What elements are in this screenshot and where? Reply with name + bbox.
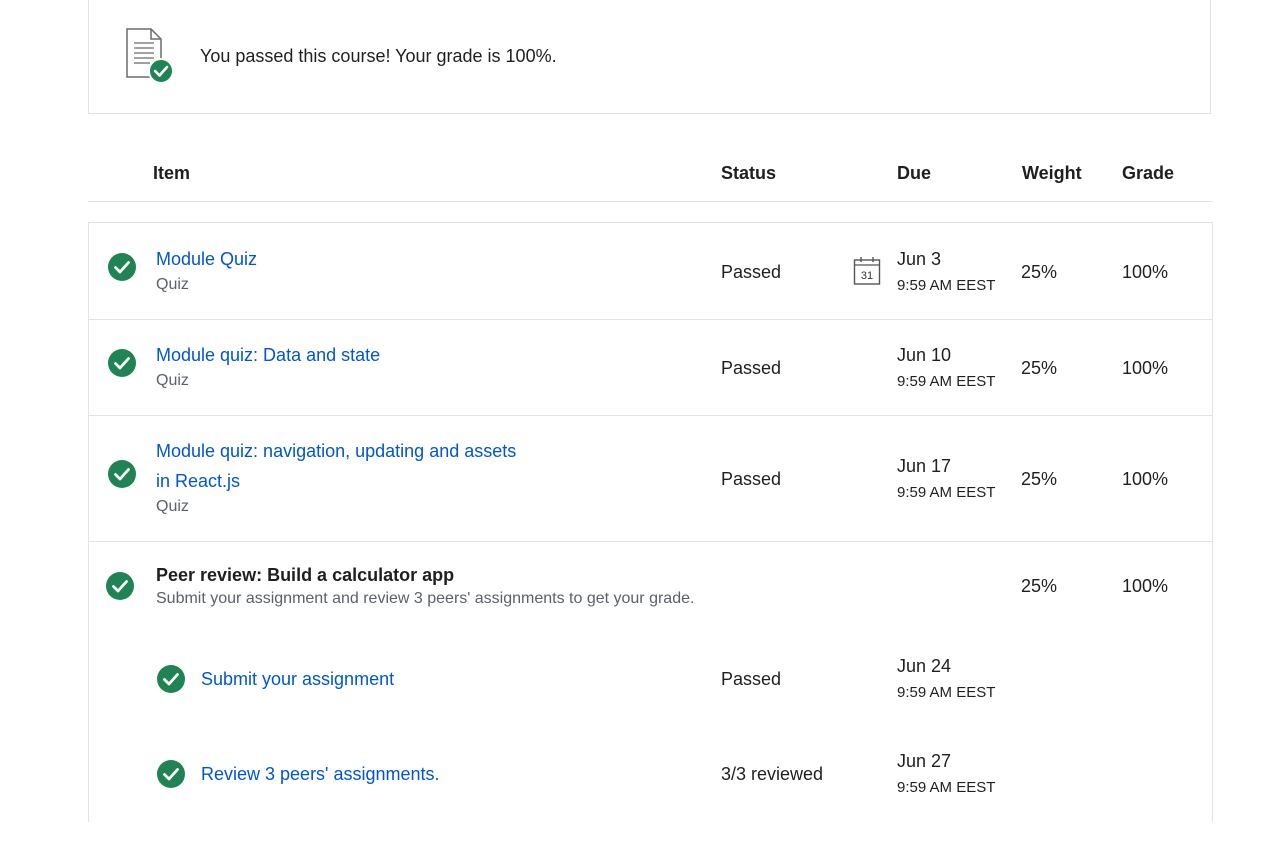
item-grade: 100% <box>1122 358 1169 378</box>
header-status: Status <box>721 163 777 183</box>
check-circle-icon <box>106 572 134 600</box>
peer-review-description: Submit your assignment and review 3 peer… <box>156 590 695 607</box>
item-weight: 25% <box>1021 358 1058 378</box>
peer-review-title: Peer review: Build a calculator app <box>156 565 455 585</box>
header-weight: Weight <box>1022 163 1082 183</box>
item-link-navigation-quiz-line2[interactable]: in React.js <box>156 466 240 496</box>
table-row: Module Quiz Quiz Passed 31 Jun 3 9:59 AM… <box>89 223 1212 320</box>
due-date: Jun 3 <box>897 249 942 269</box>
header-grade: Grade <box>1122 163 1175 183</box>
check-circle-icon <box>108 349 136 377</box>
due-time: 9:59 AM EEST <box>897 779 996 796</box>
header-due: Due <box>897 163 932 183</box>
grades-table-body: Module Quiz Quiz Passed 31 Jun 3 9:59 AM… <box>88 222 1213 822</box>
item-weight: 25% <box>1021 576 1058 596</box>
due-date: Jun 27 <box>897 751 952 771</box>
item-status: Passed <box>721 262 782 282</box>
check-circle-icon <box>157 760 185 788</box>
item-type: Quiz <box>156 372 189 389</box>
due-date: Jun 17 <box>897 456 952 476</box>
header-item: Item <box>153 163 191 183</box>
item-link-data-and-state[interactable]: Module quiz: Data and state <box>156 340 380 370</box>
item-link-module-quiz[interactable]: Module Quiz <box>156 244 257 274</box>
item-link-navigation-quiz[interactable]: Module quiz: navigation, updating and as… <box>156 436 516 466</box>
check-circle-icon <box>157 665 185 693</box>
item-type: Quiz <box>156 276 189 293</box>
item-status: Passed <box>721 358 782 378</box>
course-passed-banner: You passed this course! Your grade is 10… <box>88 0 1211 114</box>
item-grade: 100% <box>1122 262 1169 282</box>
item-link-submit-assignment[interactable]: Submit your assignment <box>201 664 394 694</box>
course-passed-message: You passed this course! Your grade is 10… <box>200 46 557 66</box>
calendar-icon: 31 <box>853 257 881 285</box>
calendar-icon-day: 31 <box>861 270 873 282</box>
due-date: Jun 24 <box>897 656 952 676</box>
item-weight: 25% <box>1021 469 1058 489</box>
check-circle-icon <box>108 253 136 281</box>
item-status: 3/3 reviewed <box>721 764 824 784</box>
item-grade: 100% <box>1122 469 1169 489</box>
peer-review-group: Peer review: Build a calculator app Subm… <box>89 541 1212 841</box>
item-status: Passed <box>721 669 782 689</box>
table-row: Module quiz: Data and state Quiz Passed … <box>89 319 1212 416</box>
due-time: 9:59 AM EEST <box>897 277 996 294</box>
item-type: Quiz <box>156 498 189 515</box>
check-circle-icon <box>108 460 136 488</box>
item-link-review-peers[interactable]: Review 3 peers' assignments. <box>201 759 440 789</box>
grades-table-header: Item Status Due Weight Grade <box>88 150 1213 202</box>
due-time: 9:59 AM EEST <box>897 684 996 701</box>
due-date: Jun 10 <box>897 345 952 365</box>
item-weight: 25% <box>1021 262 1058 282</box>
table-row: Module quiz: navigation, updating and as… <box>89 415 1212 542</box>
due-time: 9:59 AM EEST <box>897 484 996 501</box>
document-check-icon <box>126 28 174 84</box>
due-time: 9:59 AM EEST <box>897 373 996 390</box>
item-grade: 100% <box>1122 576 1169 596</box>
item-status: Passed <box>721 469 782 489</box>
